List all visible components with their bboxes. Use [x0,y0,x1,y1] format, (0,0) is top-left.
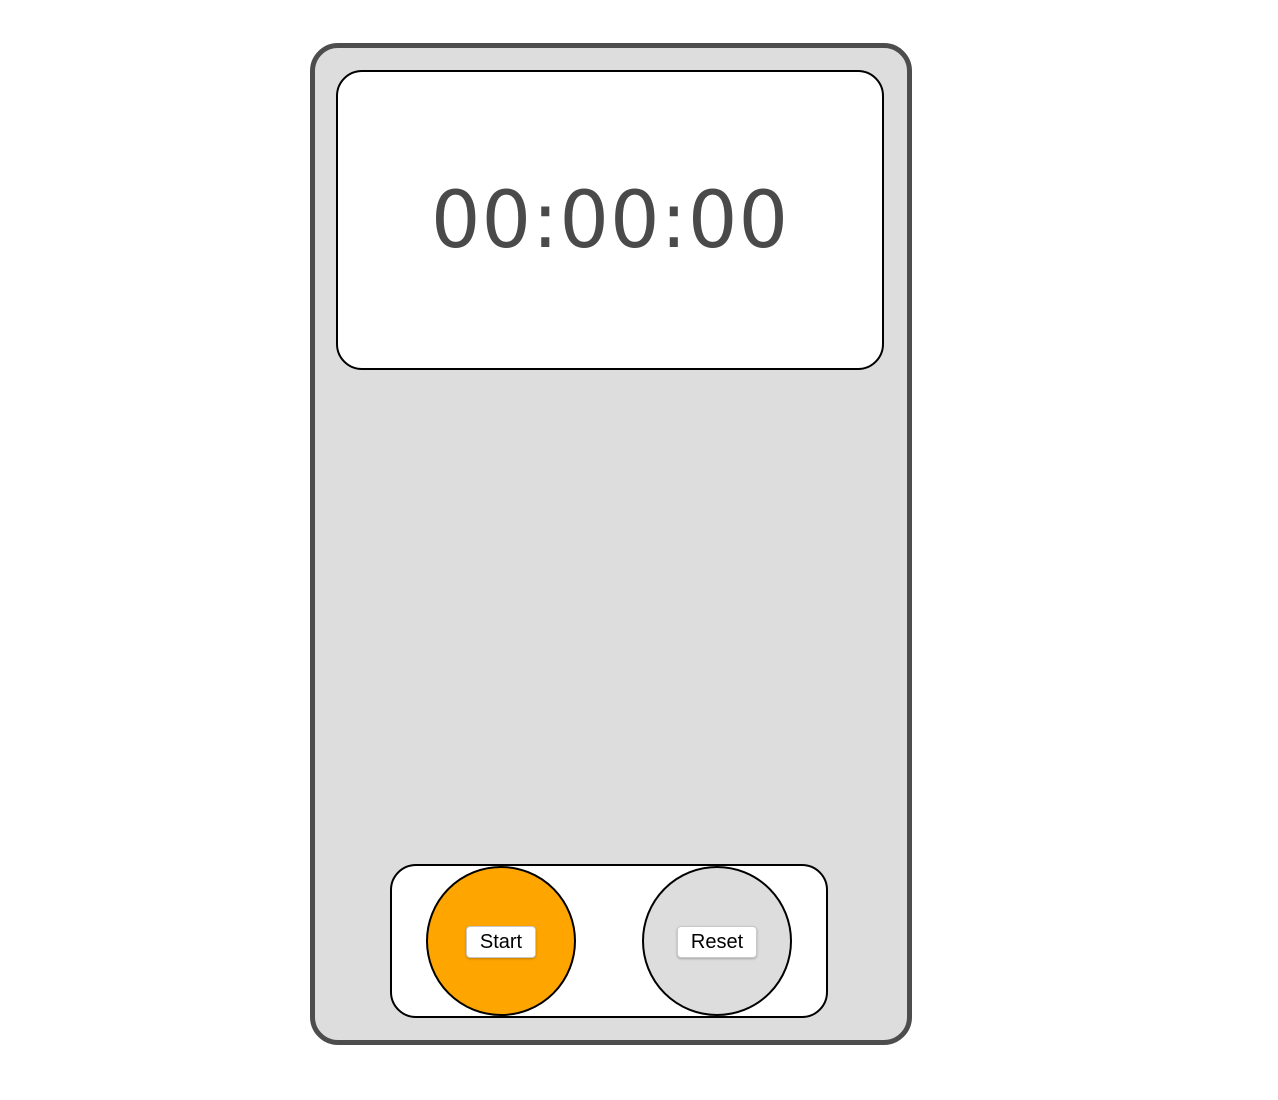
time-readout: 00:00:00 [430,176,790,266]
start-button-circle[interactable]: Start [426,866,576,1016]
time-display-panel: 00:00:00 [336,70,884,370]
start-button[interactable]: Start [465,926,537,958]
reset-button-circle[interactable]: Reset [642,866,792,1016]
reset-button[interactable]: Reset [676,926,758,958]
stopwatch-frame: 00:00:00 Start Reset [310,43,912,1045]
controls-panel: Start Reset [390,864,828,1018]
